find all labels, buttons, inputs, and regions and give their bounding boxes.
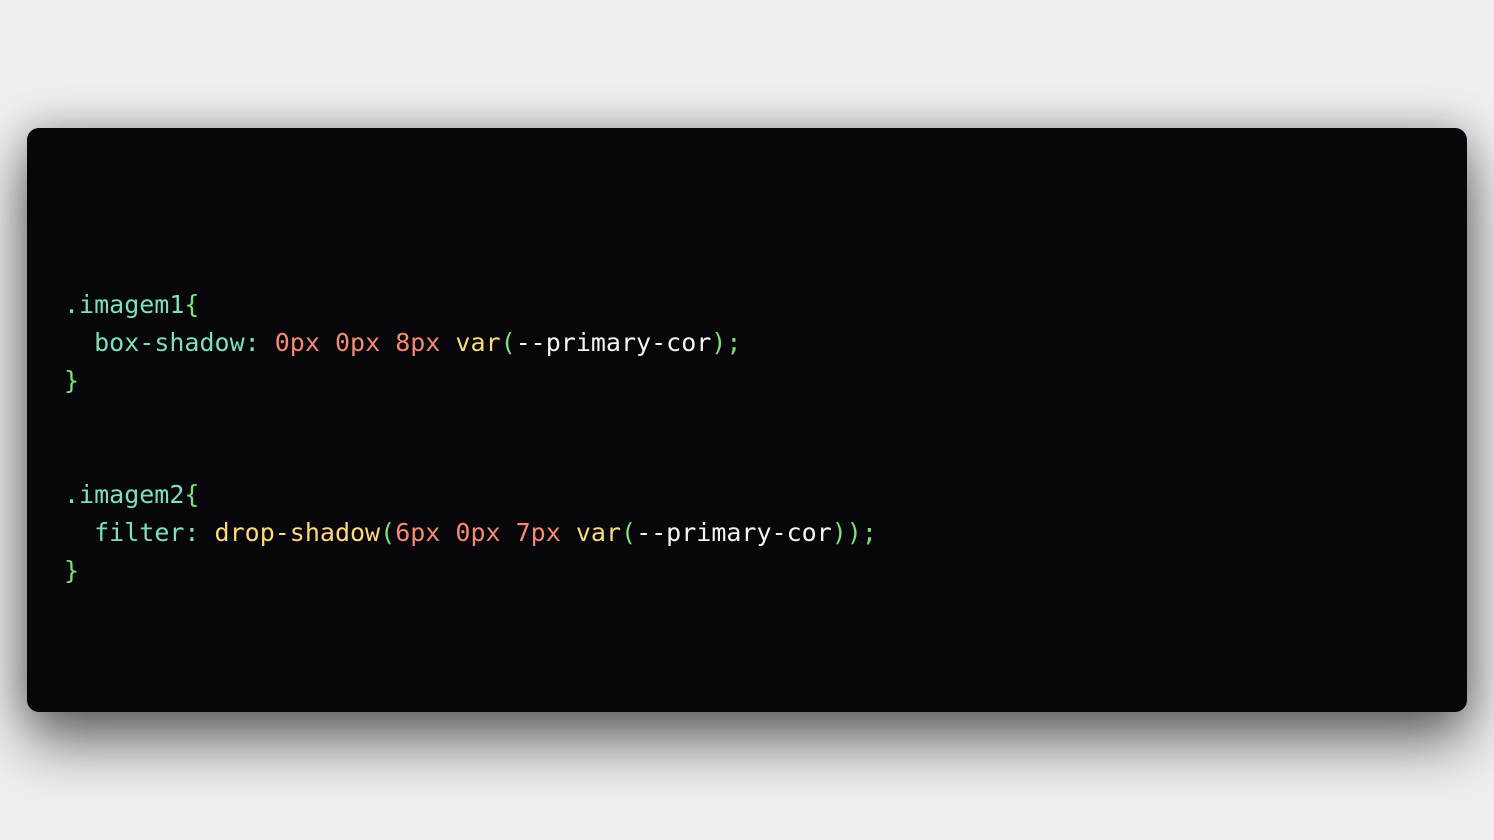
code-line-rule2-close: } (64, 552, 877, 590)
open-brace: { (184, 480, 200, 509)
open-paren: ( (500, 328, 516, 357)
number-value: 0px (455, 518, 501, 547)
code-editor-window: .imagem1{ box-shadow: 0px 0px 8px var(--… (27, 128, 1467, 712)
number-value: 0px (334, 328, 381, 357)
function-name: drop-shadow (214, 518, 381, 547)
function-name: var (455, 328, 501, 357)
close-brace: } (64, 556, 80, 585)
css-property: box-shadow (94, 328, 245, 357)
code-line-rule1-close: } (64, 362, 877, 400)
number-value: 0px (274, 328, 320, 357)
number-value: 8px (395, 328, 441, 357)
colon: : (184, 518, 200, 547)
open-brace: { (184, 290, 200, 319)
code-block: .imagem1{ box-shadow: 0px 0px 8px var(--… (64, 248, 877, 590)
closing-punctuation: )); (831, 518, 877, 547)
code-line-rule1-declaration: box-shadow: 0px 0px 8px var(--primary-co… (64, 324, 877, 362)
code-line-rule2-selector: .imagem2{ (64, 476, 877, 514)
css-selector: .imagem2 (64, 480, 185, 509)
colon: : (244, 328, 260, 357)
code-line-rule2-declaration: filter: drop-shadow(6px 0px 7px var(--pr… (64, 514, 877, 552)
open-paren: ( (380, 518, 396, 547)
closing-punctuation: ); (711, 328, 742, 357)
number-value: 6px (395, 518, 441, 547)
css-variable: --primary-cor (636, 518, 832, 547)
css-variable: --primary-cor (515, 328, 712, 357)
function-name: var (575, 518, 621, 547)
code-line-rule1-selector: .imagem1{ (64, 286, 877, 324)
number-value: 7px (515, 518, 561, 547)
open-paren: ( (621, 518, 637, 547)
css-property: filter (94, 518, 185, 547)
close-brace: } (64, 366, 80, 395)
css-selector: .imagem1 (64, 290, 185, 319)
